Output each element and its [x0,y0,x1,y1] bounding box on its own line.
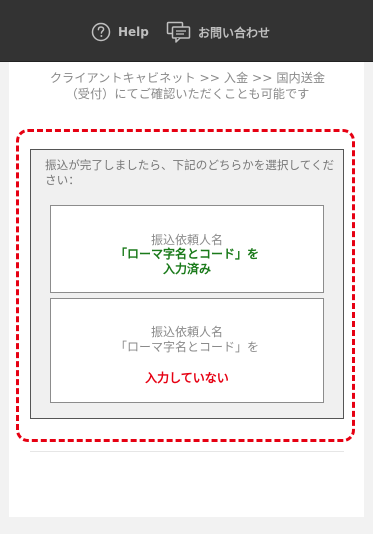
top-navigation-bar: Help お問い合わせ [0,0,373,62]
intro-line-2: （受付）にてご確認いただくことも可能です [65,87,310,101]
intro-line-1: クライアントキャビネット >> 入金 >> 国内送金 [49,71,326,85]
option-done-line-3: 入力済み [162,262,211,276]
divider [30,451,344,452]
help-label: Help [118,25,149,39]
intro-note: クライアントキャビネット >> 入金 >> 国内送金 （受付）にてご確認いただく… [35,70,340,102]
instruction-text: 振込が完了しましたら、下記のどちらかを選択してください： [45,158,335,187]
option-name-not-entered-button[interactable]: 振込依頼人名 「ローマ字名とコード」を 入力していない [50,298,324,403]
contact-link[interactable]: お問い合わせ [166,21,270,43]
option-not-done-line-1: 振込依頼人名 [150,325,223,339]
content-panel: クライアントキャビネット >> 入金 >> 国内送金 （受付）にてご確認いただく… [9,62,364,517]
question-circle-icon [91,22,111,42]
selection-box: 振込が完了しましたら、下記のどちらかを選択してください： 振込依頼人名 「ローマ… [30,149,344,419]
contact-label: お問い合わせ [198,25,271,40]
option-done-line-2: 「ローマ字名とコード」を [114,247,259,261]
option-done-line-1: 振込依頼人名 [150,233,223,247]
chat-bubble-icon [166,21,191,43]
option-not-done-line-3: 入力していない [145,371,229,385]
option-name-entered-button[interactable]: 振込依頼人名 「ローマ字名とコード」を 入力済み [50,205,324,293]
help-link[interactable]: Help [91,21,149,43]
option-not-done-line-2: 「ローマ字名とコード」を [114,340,259,354]
